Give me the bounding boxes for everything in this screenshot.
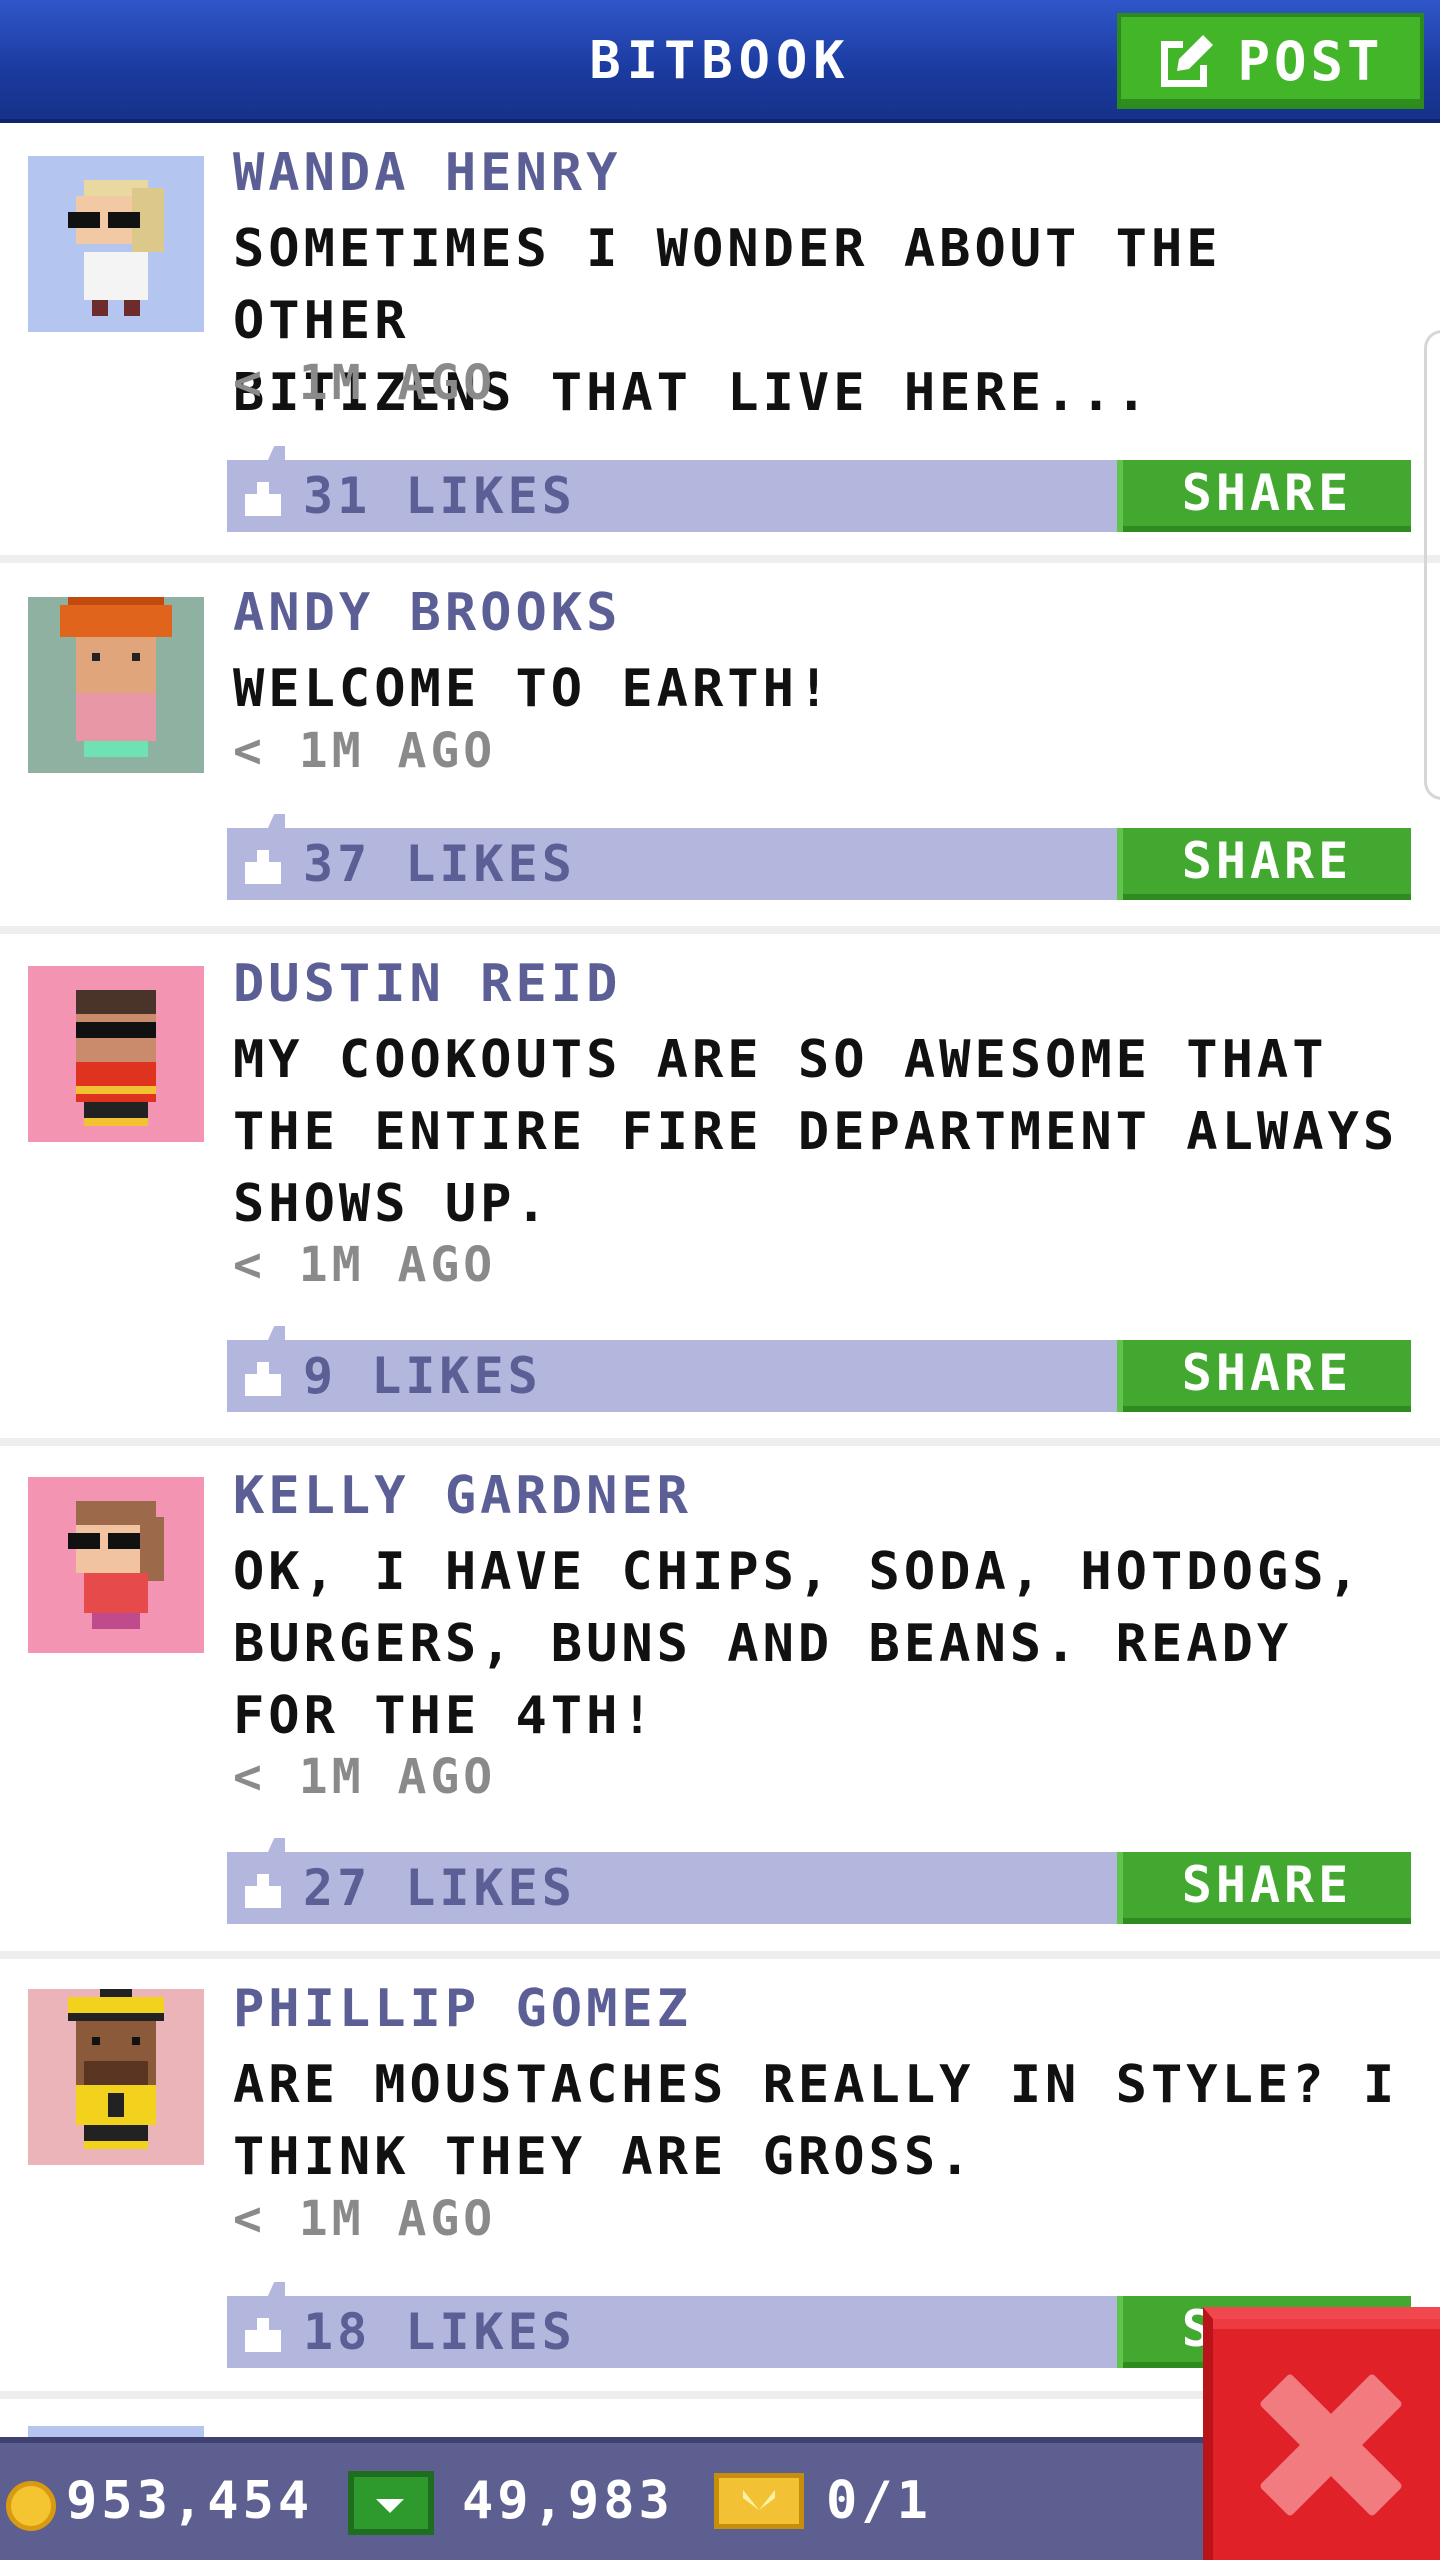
likes-count: 9 LIKES bbox=[303, 1347, 542, 1405]
feed-post: DUSTIN REID MY COOKOUTS ARE SO AWESOME T… bbox=[0, 938, 1440, 1446]
feed-post: KELLY GARDNER OK, I HAVE CHIPS, SODA, HO… bbox=[0, 1450, 1440, 1959]
avatar bbox=[28, 1989, 204, 2165]
cash-icon bbox=[348, 2471, 434, 2535]
likes-bar: 27 LIKES SHARE bbox=[227, 1838, 1411, 1924]
close-icon bbox=[1258, 2372, 1404, 2518]
avatar bbox=[28, 156, 204, 332]
avatar bbox=[28, 597, 204, 773]
post-text: MY COOKOUTS ARE SO AWESOME THAT THE ENTI… bbox=[233, 1030, 1399, 1234]
likes-bar-nub bbox=[267, 2282, 285, 2298]
likes-bar-nub bbox=[267, 1838, 285, 1854]
post-button[interactable]: POST bbox=[1117, 13, 1424, 109]
close-button[interactable] bbox=[1203, 2307, 1440, 2560]
post-text: ARE MOUSTACHES REALLY IN STYLE? I THINK … bbox=[233, 2055, 1399, 2187]
post-text: WELCOME TO EARTH! bbox=[233, 659, 834, 719]
likes-bar: 37 LIKES SHARE bbox=[227, 814, 1411, 900]
scrollbar[interactable] bbox=[1424, 330, 1440, 800]
share-button[interactable]: SHARE bbox=[1117, 1852, 1411, 1924]
post-author[interactable]: KELLY GARDNER bbox=[233, 1466, 692, 1526]
likes-count: 18 LIKES bbox=[303, 2303, 576, 2361]
likes-count: 31 LIKES bbox=[303, 467, 576, 525]
feed-post: ANDY BROOKS WELCOME TO EARTH! < 1M AGO 3… bbox=[0, 567, 1440, 934]
likes-count: 27 LIKES bbox=[303, 1859, 576, 1917]
bux-count: 49,983 bbox=[462, 2471, 674, 2531]
avatar bbox=[28, 1477, 204, 1653]
share-button[interactable]: SHARE bbox=[1117, 460, 1411, 532]
tickets-count: 0/1 bbox=[826, 2471, 932, 2531]
like-icon[interactable] bbox=[245, 482, 281, 516]
likes-bar: 31 LIKES SHARE bbox=[227, 446, 1411, 532]
like-icon[interactable] bbox=[245, 1874, 281, 1908]
share-button[interactable]: SHARE bbox=[1117, 1340, 1411, 1412]
ticket-icon bbox=[714, 2473, 804, 2529]
likes-bar-nub bbox=[267, 446, 285, 462]
likes-count: 37 LIKES bbox=[303, 835, 576, 893]
post-timestamp: < 1M AGO bbox=[233, 355, 497, 411]
post-timestamp: < 1M AGO bbox=[233, 2191, 497, 2247]
post-timestamp: < 1M AGO bbox=[233, 1749, 497, 1805]
likes-bar-nub bbox=[267, 1326, 285, 1342]
post-author[interactable]: PHILLIP GOMEZ bbox=[233, 1979, 692, 2039]
post-edit-icon bbox=[1157, 31, 1217, 91]
like-icon[interactable] bbox=[245, 2318, 281, 2352]
likes-bar: 9 LIKES SHARE bbox=[227, 1326, 1411, 1412]
likes-bar-nub bbox=[267, 814, 285, 830]
post-author[interactable]: DUSTIN REID bbox=[233, 954, 621, 1014]
like-icon[interactable] bbox=[245, 850, 281, 884]
post-author[interactable]: ANDY BROOKS bbox=[233, 583, 621, 643]
coins-count: 953,454 bbox=[66, 2471, 314, 2531]
post-timestamp: < 1M AGO bbox=[233, 723, 497, 779]
like-icon[interactable] bbox=[245, 1362, 281, 1396]
post-author[interactable]: WANDA HENRY bbox=[233, 143, 621, 203]
post-timestamp: < 1M AGO bbox=[233, 1237, 497, 1293]
feed-post: WANDA HENRY SOMETIMES I WONDER ABOUT THE… bbox=[0, 127, 1440, 563]
share-button[interactable]: SHARE bbox=[1117, 828, 1411, 900]
post-text: OK, I HAVE CHIPS, SODA, HOTDOGS, BURGERS… bbox=[233, 1542, 1363, 1746]
post-button-label: POST bbox=[1237, 29, 1384, 93]
coin-icon bbox=[6, 2481, 56, 2531]
app-header: BITBOOK POST bbox=[0, 0, 1440, 123]
avatar bbox=[28, 966, 204, 1142]
